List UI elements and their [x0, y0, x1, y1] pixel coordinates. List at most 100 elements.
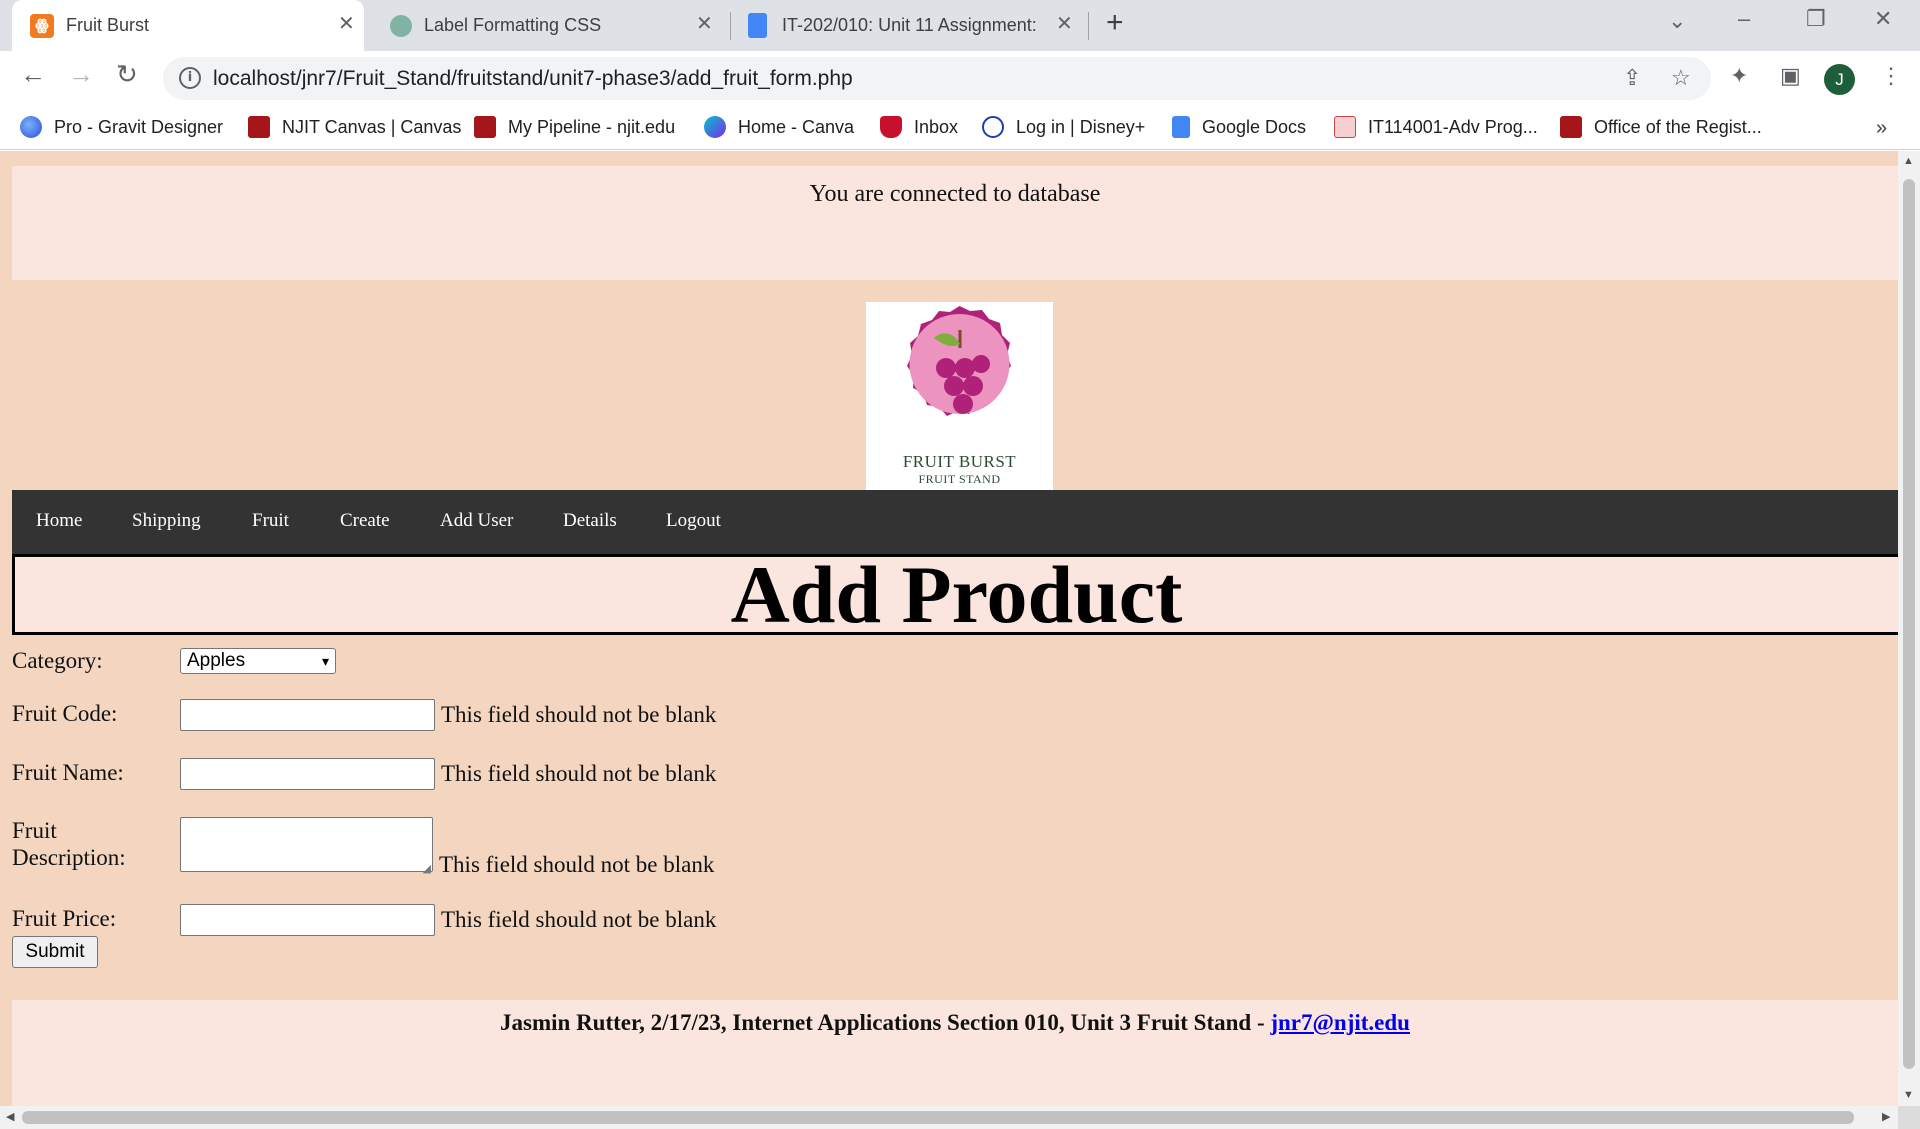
- restore-icon[interactable]: ❐: [1806, 8, 1826, 30]
- bookmark-label: Home - Canva: [738, 116, 855, 137]
- tab-title: Label Formatting CSS: [424, 15, 602, 35]
- nav-shipping-link[interactable]: Shipping: [132, 510, 201, 532]
- bookmark-label: Log in | Disney+: [1016, 116, 1146, 137]
- tab-fruit-burst[interactable]: ꙮ Fruit Burst ✕: [12, 0, 364, 51]
- reload-icon[interactable]: ↻: [116, 61, 138, 87]
- nav-add-user-link[interactable]: Add User: [440, 510, 513, 532]
- extensions-puzzle-icon[interactable]: ✦: [1730, 65, 1748, 87]
- horizontal-scroll-thumb[interactable]: [22, 1111, 1854, 1124]
- njit-icon: [1334, 116, 1356, 138]
- tab-title: Fruit Burst: [66, 15, 150, 35]
- xampp-favicon-icon: ꙮ: [30, 14, 54, 38]
- nav-logout-link[interactable]: Logout: [666, 510, 721, 532]
- minimize-icon[interactable]: –: [1738, 8, 1750, 30]
- address-url[interactable]: localhost/jnr7/Fruit_Stand/fruitstand/un…: [213, 67, 853, 91]
- bookmark-my-pipeline[interactable]: My Pipeline - njit.edu: [474, 115, 675, 139]
- category-select[interactable]: Apples ▾: [180, 648, 336, 674]
- fruit-description-label: Fruit Description:: [12, 817, 126, 871]
- footer-email-link[interactable]: jnr7@njit.edu: [1270, 1010, 1410, 1035]
- page-viewport: You are connected to database FRUIT BURS…: [0, 151, 1898, 1106]
- scrollbar-corner: [1898, 1106, 1920, 1129]
- fruit-burst-logo: FRUIT BURST FRUIT STAND: [866, 302, 1053, 490]
- bookmark-registrar[interactable]: Office of the Regist...: [1560, 115, 1762, 139]
- tab-divider: [730, 12, 731, 40]
- close-icon[interactable]: ✕: [696, 14, 713, 34]
- vertical-scrollbar[interactable]: ▲ ▼: [1898, 151, 1920, 1106]
- browser-tab-strip: ꙮ Fruit Burst ✕ Label Formatting CSS ✕ I…: [0, 0, 1920, 51]
- close-icon[interactable]: ✕: [1056, 14, 1073, 34]
- njit-icon: [1560, 116, 1582, 138]
- description-label-line1: Fruit: [12, 818, 57, 843]
- page-title: Add Product: [730, 549, 1183, 640]
- fruit-code-input[interactable]: [180, 699, 435, 731]
- fruit-name-label: Fruit Name:: [12, 760, 124, 785]
- bookmark-label: NJIT Canvas | Canvas: [282, 116, 462, 137]
- logo-subtitle: FRUIT STAND: [918, 472, 1001, 486]
- bookmark-google-docs[interactable]: Google Docs: [1172, 115, 1306, 139]
- bookmark-njit-canvas[interactable]: NJIT Canvas | Canvas: [248, 115, 461, 139]
- browser-toolbar: ← → ↻ i localhost/jnr7/Fruit_Stand/fruit…: [0, 51, 1920, 105]
- bookmark-label: My Pipeline - njit.edu: [508, 116, 676, 137]
- fruit-code-label: Fruit Code:: [12, 701, 118, 726]
- resize-handle-icon[interactable]: ◢: [423, 862, 431, 875]
- new-tab-button[interactable]: +: [1106, 8, 1124, 38]
- share-icon[interactable]: ⇪: [1623, 65, 1641, 91]
- horizontal-scrollbar[interactable]: ◀ ▶: [0, 1106, 1898, 1129]
- db-status-text: You are connected to database: [809, 181, 1101, 207]
- more-bookmarks-chevron-icon[interactable]: »: [1876, 117, 1887, 140]
- back-arrow-icon[interactable]: ←: [20, 61, 46, 87]
- canva-icon: [704, 116, 726, 138]
- tab-label-formatting[interactable]: Label Formatting CSS ✕: [376, 0, 728, 51]
- category-label: Category:: [12, 648, 103, 673]
- submit-button[interactable]: Submit: [12, 936, 98, 968]
- main-nav: Home Shipping Fruit Create Add User Deta…: [12, 490, 1898, 554]
- scroll-up-arrow-icon[interactable]: ▲: [1903, 155, 1914, 167]
- side-panel-icon[interactable]: ▣: [1780, 65, 1801, 87]
- fruit-name-input[interactable]: [180, 758, 435, 790]
- bookmarks-bar: Pro - Gravit Designer NJIT Canvas | Canv…: [0, 105, 1920, 150]
- njit-icon: [248, 116, 270, 138]
- scroll-down-arrow-icon[interactable]: ▼: [1903, 1089, 1914, 1101]
- nav-create-link[interactable]: Create: [340, 510, 390, 532]
- vertical-scroll-thumb[interactable]: [1903, 179, 1915, 1069]
- tab-search-icon[interactable]: ⌄: [1668, 10, 1686, 32]
- bookmark-label: Inbox: [914, 116, 959, 137]
- description-label-line2: Description:: [12, 845, 126, 870]
- bookmark-star-icon[interactable]: ☆: [1671, 65, 1691, 91]
- scroll-right-arrow-icon[interactable]: ▶: [1882, 1110, 1890, 1123]
- logo-title: FRUIT BURST: [902, 452, 1017, 471]
- site-info-icon[interactable]: i: [179, 67, 201, 89]
- tab-unit-11-assignment[interactable]: IT-202/010: Unit 11 Assignment: ✕: [734, 0, 1086, 51]
- bookmark-inbox[interactable]: Inbox: [880, 115, 958, 139]
- nav-details-link[interactable]: Details: [563, 510, 617, 532]
- fruit-price-input[interactable]: [180, 904, 435, 936]
- chevron-down-icon: ▾: [321, 653, 329, 669]
- bookmark-it114[interactable]: IT114001-Adv Prog...: [1334, 115, 1538, 139]
- fruit-name-error: This field should not be blank: [441, 761, 717, 786]
- profile-avatar[interactable]: J: [1824, 64, 1855, 95]
- bookmark-label: Office of the Regist...: [1594, 116, 1762, 137]
- fruit-code-error: This field should not be blank: [441, 702, 717, 727]
- nav-home-link[interactable]: Home: [36, 510, 82, 532]
- window-close-icon[interactable]: ✕: [1874, 8, 1892, 30]
- bookmark-gravit[interactable]: Pro - Gravit Designer: [20, 115, 223, 139]
- nav-fruit-link[interactable]: Fruit: [252, 510, 289, 532]
- gravit-icon: [20, 116, 42, 138]
- njit-icon: [474, 116, 496, 138]
- fruit-price-error: This field should not be blank: [441, 907, 717, 932]
- fruit-price-label: Fruit Price:: [12, 906, 117, 931]
- category-selected-value: Apples: [187, 650, 246, 671]
- fruit-description-textarea[interactable]: ◢: [180, 817, 433, 875]
- page-footer: Jasmin Rutter, 2/17/23, Internet Applica…: [12, 1000, 1898, 1106]
- menu-kebab-icon[interactable]: ⋮: [1880, 65, 1902, 87]
- close-icon[interactable]: ✕: [338, 14, 355, 34]
- google-docs-icon: [748, 13, 767, 38]
- address-bar[interactable]: i localhost/jnr7/Fruit_Stand/fruitstand/…: [163, 57, 1711, 100]
- google-docs-icon: [1172, 116, 1190, 138]
- shield-icon: [880, 116, 902, 138]
- scroll-left-arrow-icon[interactable]: ◀: [6, 1110, 14, 1123]
- bookmark-disney[interactable]: Log in | Disney+: [982, 115, 1145, 139]
- bookmark-canva[interactable]: Home - Canva: [704, 115, 854, 139]
- forward-arrow-icon[interactable]: →: [68, 61, 94, 87]
- bookmark-label: Google Docs: [1202, 116, 1307, 137]
